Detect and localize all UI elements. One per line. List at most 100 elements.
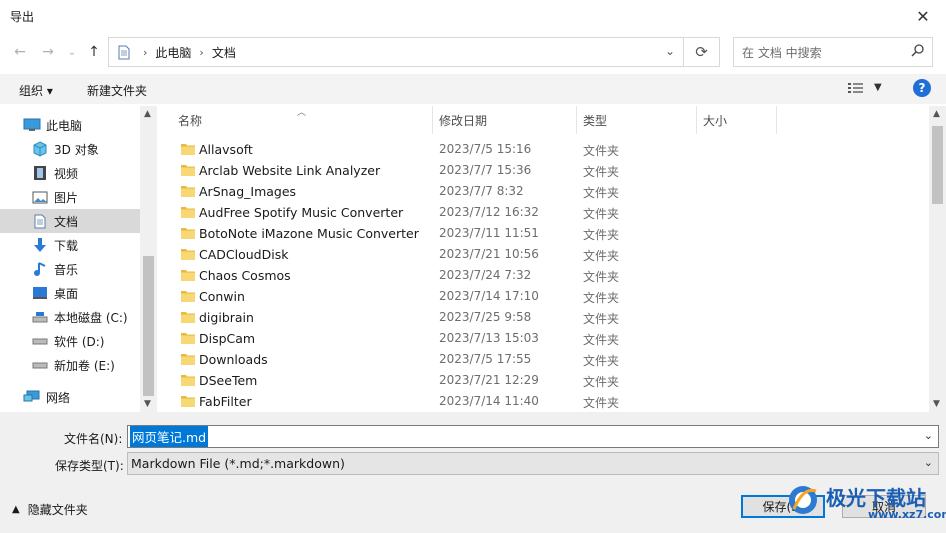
sidebar-item-network[interactable]: 网络 xyxy=(22,385,157,409)
column-divider[interactable] xyxy=(432,106,433,134)
file-row[interactable]: Chaos Cosmos 2023/7/24 7:32 文件夹 xyxy=(157,265,927,286)
file-date: 2023/7/12 16:32 xyxy=(439,205,539,219)
sidebar-item-label: 本地磁盘 (C:) xyxy=(54,310,128,325)
scroll-down-arrow-icon[interactable]: ▼ xyxy=(144,399,151,409)
file-name: Arclab Website Link Analyzer xyxy=(199,163,381,178)
sidebar-item-this-pc[interactable]: 此电脑 xyxy=(22,113,157,137)
document-icon xyxy=(30,213,50,229)
address-bar[interactable]: › 此电脑 › 文档 ⌄ xyxy=(108,37,684,67)
file-row[interactable]: FabFilter 2023/7/14 11:40 文件夹 xyxy=(157,391,927,412)
search-icon xyxy=(911,44,924,60)
filename-label: 文件名(N): xyxy=(64,432,123,446)
filetype-dropdown-icon[interactable]: ⌄ xyxy=(924,456,933,469)
file-row[interactable]: DispCam 2023/7/13 15:03 文件夹 xyxy=(157,328,927,349)
drive-icon xyxy=(30,333,50,349)
file-date: 2023/7/13 15:03 xyxy=(439,331,539,345)
file-row[interactable]: AudFree Spotify Music Converter 2023/7/12… xyxy=(157,202,927,223)
file-date: 2023/7/14 17:10 xyxy=(439,289,539,303)
file-row[interactable]: DSeeTem 2023/7/21 12:29 文件夹 xyxy=(157,370,927,391)
sidebar-item-3d-objects[interactable]: 3D 对象 xyxy=(30,137,157,161)
file-row[interactable]: Conwin 2023/7/14 17:10 文件夹 xyxy=(157,286,927,307)
filename-dropdown-icon[interactable]: ⌄ xyxy=(924,429,933,442)
sidebar-scrollbar[interactable]: ▲ ▼ xyxy=(140,106,157,412)
breadcrumb-this-pc[interactable]: 此电脑 xyxy=(155,44,191,61)
forward-arrow-icon[interactable]: → xyxy=(38,42,58,62)
file-date: 2023/7/24 7:32 xyxy=(439,268,532,282)
column-divider[interactable] xyxy=(696,106,697,134)
file-type: 文件夹 xyxy=(583,354,620,368)
column-divider[interactable] xyxy=(776,106,777,134)
up-arrow-icon[interactable]: ↑ xyxy=(84,42,104,62)
recent-locations-chevron-icon[interactable]: ⌄ xyxy=(62,42,82,62)
close-icon[interactable]: ✕ xyxy=(900,0,946,32)
file-row[interactable]: CADCloudDisk 2023/7/21 10:56 文件夹 xyxy=(157,244,927,265)
file-row[interactable]: Arclab Website Link Analyzer 2023/7/7 15:… xyxy=(157,160,927,181)
sidebar-item-pictures[interactable]: 图片 xyxy=(30,185,157,209)
scroll-down-arrow-icon[interactable]: ▼ xyxy=(933,399,940,409)
sidebar-scroll-thumb[interactable] xyxy=(143,256,154,396)
sidebar-item-label: 文档 xyxy=(54,214,79,229)
file-row[interactable]: ArSnag_Images 2023/7/7 8:32 文件夹 xyxy=(157,181,927,202)
sidebar-item-videos[interactable]: 视频 xyxy=(30,161,157,185)
sidebar-item-drive-c[interactable]: 本地磁盘 (C:) xyxy=(30,305,157,329)
sidebar-item-label: 音乐 xyxy=(54,262,79,277)
title-bar: 导出 ✕ xyxy=(0,0,946,32)
filetype-select[interactable]: Markdown File (*.md;*.markdown) ⌄ xyxy=(127,452,939,475)
file-list-scrollbar[interactable]: ▲ ▼ xyxy=(929,106,946,412)
navigation-bar: ← → ⌄ ↑ › 此电脑 › 文档 ⌄ ⟳ 在 文档 中搜索 xyxy=(0,32,946,72)
organize-menu-button[interactable]: 组织 ▾ xyxy=(19,82,53,99)
file-type: 文件夹 xyxy=(583,270,620,284)
column-divider[interactable] xyxy=(576,106,577,134)
file-row[interactable]: Allavsoft 2023/7/5 15:16 文件夹 xyxy=(157,139,927,160)
file-name: FabFilter xyxy=(199,394,252,409)
help-icon[interactable]: ? xyxy=(913,79,931,97)
address-dropdown-icon[interactable]: ⌄ xyxy=(665,44,675,58)
watermark-logo-icon xyxy=(786,483,820,517)
sidebar-item-label: 图片 xyxy=(54,190,79,205)
music-icon xyxy=(30,261,50,277)
sidebar-item-music[interactable]: 音乐 xyxy=(30,257,157,281)
column-header-type[interactable]: 类型 xyxy=(583,106,607,134)
folder-icon xyxy=(181,311,195,323)
file-row[interactable]: Downloads 2023/7/5 17:55 文件夹 xyxy=(157,349,927,370)
new-folder-button[interactable]: 新建文件夹 xyxy=(87,82,147,99)
file-type: 文件夹 xyxy=(583,312,620,326)
sidebar-item-desktop[interactable]: 桌面 xyxy=(30,281,157,305)
file-date: 2023/7/7 8:32 xyxy=(439,184,524,198)
sidebar-item-label: 下载 xyxy=(54,238,79,253)
file-name: CADCloudDisk xyxy=(199,247,289,262)
file-type: 文件夹 xyxy=(583,186,620,200)
refresh-button[interactable]: ⟳ xyxy=(684,37,720,67)
view-dropdown-icon[interactable]: ▼ xyxy=(874,82,882,93)
hide-folders-toggle[interactable]: ▲ 隐藏文件夹 xyxy=(12,501,88,518)
column-header-name[interactable]: 名称 xyxy=(178,106,202,134)
back-arrow-icon[interactable]: ← xyxy=(10,42,30,62)
folder-icon xyxy=(181,395,195,407)
file-row[interactable]: BotoNote iMazone Music Converter 2023/7/1… xyxy=(157,223,927,244)
scroll-up-arrow-icon[interactable]: ▲ xyxy=(933,109,940,119)
sidebar-item-drive-e[interactable]: 新加卷 (E:) xyxy=(30,353,157,377)
file-name: Conwin xyxy=(199,289,245,304)
sidebar-item-documents[interactable]: 文档 xyxy=(0,209,140,233)
file-type: 文件夹 xyxy=(583,249,620,263)
filename-field[interactable]: 网页笔记.md ⌄ xyxy=(127,425,939,448)
breadcrumb-documents[interactable]: 文档 xyxy=(212,44,236,61)
filename-value[interactable]: 网页笔记.md xyxy=(130,426,209,447)
file-name: DSeeTem xyxy=(199,373,258,388)
column-header-size[interactable]: 大小 xyxy=(703,106,727,134)
file-name: DispCam xyxy=(199,331,256,346)
navigation-pane: 此电脑 3D 对象 视频 图片 文档 下载 音乐 桌面 本地磁盘 (C:) 软件… xyxy=(0,106,157,412)
folder-icon xyxy=(181,290,195,302)
document-icon xyxy=(113,45,135,60)
scroll-up-arrow-icon[interactable]: ▲ xyxy=(144,109,151,119)
sidebar-item-drive-d[interactable]: 软件 (D:) xyxy=(30,329,157,353)
sidebar-item-downloads[interactable]: 下载 xyxy=(30,233,157,257)
file-list-scroll-thumb[interactable] xyxy=(932,126,943,204)
search-input[interactable]: 在 文档 中搜索 xyxy=(733,37,933,67)
file-type: 文件夹 xyxy=(583,165,620,179)
watermark-url: www.xz7.com xyxy=(868,508,946,521)
file-row[interactable]: digibrain 2023/7/25 9:58 文件夹 xyxy=(157,307,927,328)
view-options-icon[interactable] xyxy=(848,82,864,97)
cube-icon xyxy=(30,141,50,157)
column-header-date[interactable]: 修改日期 xyxy=(439,106,487,134)
